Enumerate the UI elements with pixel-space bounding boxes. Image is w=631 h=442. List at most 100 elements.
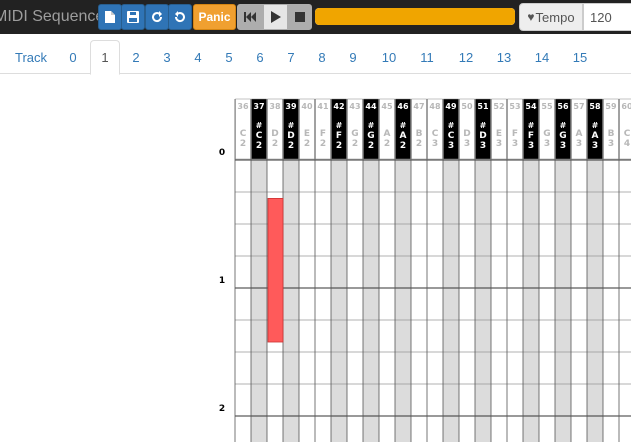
piano-roll: 36 C 2 37 # C 2 38 D 2 39 # D 2 40 E 2 41 F 2 42 # F 2 43 G 2 44 # G 2… [0, 74, 631, 442]
sharp-sign: # [336, 121, 343, 130]
tab-7[interactable]: 7 [276, 40, 306, 74]
key-column-58[interactable] [587, 160, 603, 442]
tab-8[interactable]: 8 [307, 40, 337, 74]
play-button[interactable] [263, 4, 288, 30]
key-column-56[interactable] [555, 160, 571, 442]
key-note-letter: C [240, 129, 247, 139]
tab-10[interactable]: 10 [372, 40, 406, 74]
key-column-59[interactable] [603, 160, 619, 442]
track-tabs: Track 0 1 2 3 4 5 6 7 8 9 10 11 12 13 14 15 [0, 40, 631, 75]
key-number: 53 [509, 102, 520, 111]
key-column-44[interactable] [363, 160, 379, 442]
tab-2[interactable]: 2 [121, 40, 151, 74]
key-number: 46 [397, 102, 409, 111]
tab-14[interactable]: 14 [524, 40, 560, 74]
key-octave: 2 [336, 141, 342, 151]
tab-3[interactable]: 3 [152, 40, 182, 74]
tab-9[interactable]: 9 [338, 40, 368, 74]
key-number: 51 [477, 102, 489, 111]
key-number: 50 [461, 102, 473, 111]
key-note-letter: G [559, 131, 566, 141]
rewind-button[interactable] [237, 4, 263, 30]
tab-4[interactable]: 4 [183, 40, 213, 74]
sharp-sign: # [256, 121, 263, 130]
key-column-48[interactable] [427, 160, 443, 442]
key-number: 56 [557, 102, 569, 111]
key-column-37[interactable] [251, 160, 267, 442]
key-column-51[interactable] [475, 160, 491, 442]
key-number: 47 [413, 102, 424, 111]
tab-12[interactable]: 12 [448, 40, 484, 74]
key-column-60[interactable] [619, 160, 631, 442]
key-number: 45 [381, 102, 393, 111]
floppy-icon [127, 11, 139, 23]
tab-15[interactable]: 15 [562, 40, 598, 74]
key-octave: 3 [512, 139, 518, 149]
tab-5[interactable]: 5 [214, 40, 244, 74]
tab-1[interactable]: 1 [90, 40, 120, 75]
key-note-letter: A [576, 129, 583, 139]
key-number: 59 [605, 102, 617, 111]
tab-13[interactable]: 13 [486, 40, 522, 74]
key-octave: 2 [320, 139, 326, 149]
key-octave: 4 [624, 139, 630, 149]
key-octave: 2 [416, 139, 422, 149]
key-note-letter: F [336, 131, 342, 141]
key-column-54[interactable] [523, 160, 539, 442]
skip-back-icon [244, 12, 256, 22]
key-column-49[interactable] [443, 160, 459, 442]
piano-roll-grid[interactable]: 36C237#C238D239#D240E241F242#F243G244#G2… [0, 74, 631, 442]
key-column-46[interactable] [395, 160, 411, 442]
panic-button[interactable]: Panic [193, 4, 236, 30]
tab-0[interactable]: 0 [59, 40, 87, 74]
key-octave: 3 [448, 141, 454, 151]
sharp-sign: # [560, 121, 567, 130]
tempo-label-text: Tempo [535, 9, 575, 25]
key-octave: 2 [304, 139, 310, 149]
key-note-letter: C [448, 131, 455, 141]
app-root: { "app": { "title": "MIDI Sequencer" }, … [0, 0, 631, 442]
key-column-52[interactable] [491, 160, 507, 442]
beat-label-2: 2 [219, 404, 225, 414]
stop-button[interactable] [288, 4, 312, 30]
key-column-40[interactable] [299, 160, 315, 442]
key-number: 52 [493, 102, 504, 111]
playback-progress[interactable] [315, 8, 515, 25]
new-file-button[interactable] [98, 4, 122, 30]
key-note-letter: A [384, 129, 391, 139]
undo-button[interactable] [168, 4, 192, 30]
key-column-57[interactable] [571, 160, 587, 442]
key-note-letter: G [543, 129, 550, 139]
progress-fill [315, 8, 515, 25]
tab-track[interactable]: Track [4, 40, 58, 74]
key-number: 48 [429, 102, 441, 111]
tab-6[interactable]: 6 [245, 40, 275, 74]
key-octave: 3 [496, 139, 502, 149]
key-note-letter: D [479, 131, 486, 141]
top-navbar: MIDI Sequencer Panic ♥ Tempo 120 [0, 0, 631, 34]
key-number: 43 [349, 102, 360, 111]
key-column-45[interactable] [379, 160, 395, 442]
tempo-input[interactable]: 120 [583, 3, 631, 31]
midi-note[interactable] [267, 198, 284, 343]
key-note-letter: F [512, 129, 518, 139]
redo-button[interactable] [145, 4, 169, 30]
undo-icon [174, 11, 185, 23]
key-note-letter: C [432, 129, 439, 139]
key-column-43[interactable] [347, 160, 363, 442]
sharp-sign: # [288, 121, 295, 130]
key-column-53[interactable] [507, 160, 523, 442]
play-icon [270, 11, 281, 23]
key-column-55[interactable] [539, 160, 555, 442]
key-column-50[interactable] [459, 160, 475, 442]
key-column-47[interactable] [411, 160, 427, 442]
key-column-41[interactable] [315, 160, 331, 442]
key-column-36[interactable] [235, 160, 251, 442]
tab-11[interactable]: 11 [409, 40, 445, 74]
key-column-39[interactable] [283, 160, 299, 442]
key-number: 54 [525, 102, 537, 111]
key-column-42[interactable] [331, 160, 347, 442]
beat-label-0: 0 [219, 148, 225, 158]
key-number: 42 [333, 102, 344, 111]
save-button[interactable] [121, 4, 145, 30]
